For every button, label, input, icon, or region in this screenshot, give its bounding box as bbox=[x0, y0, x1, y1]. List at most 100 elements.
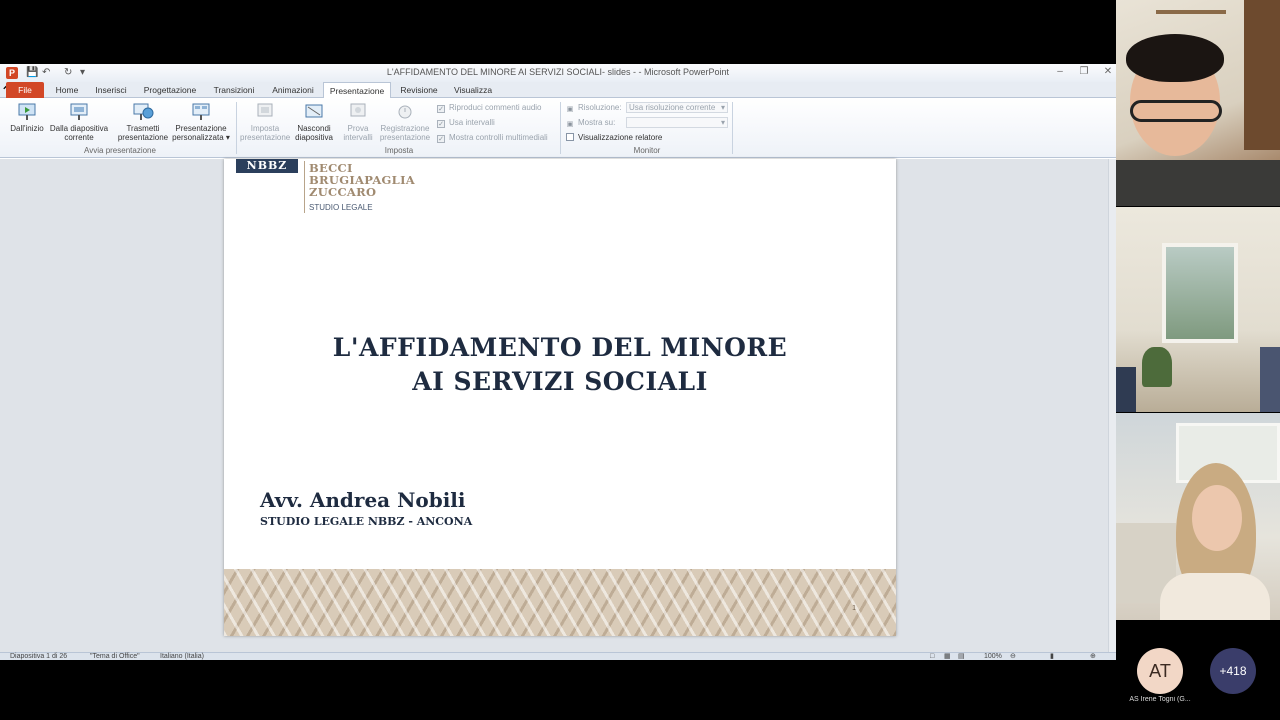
monitor-icon: ▣ bbox=[566, 106, 574, 113]
participant-video-2[interactable] bbox=[1116, 207, 1280, 412]
broadcast-label-2: presentazione bbox=[117, 133, 169, 142]
from-beginning-button[interactable]: Dall'inizio bbox=[6, 102, 48, 133]
show-on-dropdown[interactable]: ▾ bbox=[626, 117, 728, 128]
slide-title-line-1: L'AFFIDAMENTO DEL MINORE bbox=[332, 333, 788, 362]
hide-slide-button[interactable]: Nascondi diapositiva bbox=[292, 102, 336, 142]
normal-view-icon[interactable]: □ bbox=[930, 652, 934, 660]
custom-show-label-2: personalizzata bbox=[172, 133, 224, 142]
presenter-view-label: Visualizzazione relatore bbox=[578, 133, 663, 142]
status-bar: Diapositiva 1 di 26 "Tema di Office" Ita… bbox=[0, 652, 1116, 660]
zoom-in-icon[interactable]: ⊕ bbox=[1090, 652, 1096, 660]
dropdown-arrow-icon: ▾ bbox=[720, 118, 725, 127]
zoom-level[interactable]: 100% bbox=[984, 652, 1002, 660]
office-chair bbox=[1260, 347, 1280, 412]
bookshelf bbox=[1156, 10, 1226, 14]
custom-show-label-1: Presentazione bbox=[175, 124, 227, 133]
group-separator bbox=[560, 102, 561, 154]
plant bbox=[1142, 347, 1172, 387]
decorative-pattern-band bbox=[224, 569, 896, 636]
glasses bbox=[1130, 100, 1222, 122]
projector-slide-icon bbox=[70, 103, 88, 120]
checkbox-box: ✓ bbox=[437, 135, 445, 143]
tab-home[interactable]: Home bbox=[50, 82, 84, 98]
zoom-out-icon[interactable]: ⊖ bbox=[1010, 652, 1016, 660]
dropdown-arrow-icon: ▾ bbox=[720, 103, 725, 112]
tab-animazioni[interactable]: Animazioni bbox=[266, 82, 320, 98]
setup-label-1: Imposta bbox=[250, 124, 280, 133]
close-icon[interactable]: ✕ bbox=[1101, 66, 1115, 77]
participant-hair bbox=[1126, 34, 1224, 82]
participant-video-1[interactable] bbox=[1116, 0, 1280, 206]
dropdown-arrow-icon: ▾ bbox=[223, 133, 230, 142]
slide-firm: STUDIO LEGALE NBBZ - ANCONA bbox=[260, 515, 473, 528]
cabinet bbox=[1244, 0, 1280, 150]
slide-author: Avv. Andrea Nobili bbox=[260, 488, 466, 512]
presenter-view-checkbox[interactable]: Visualizzazione relatore bbox=[566, 133, 662, 143]
show-on-label-row: ▣ Mostra su: bbox=[566, 118, 616, 129]
firm-logo-mark: NBBZ bbox=[236, 159, 298, 173]
tab-revisione[interactable]: Revisione bbox=[396, 82, 442, 98]
language-indicator[interactable]: Italiano (Italia) bbox=[160, 652, 204, 660]
broadcast-icon bbox=[133, 103, 154, 120]
group-label-avvia: Avvia presentazione bbox=[84, 146, 156, 155]
record-clock-icon bbox=[398, 105, 412, 119]
custom-show-button[interactable]: Presentazione personalizzata ▾ bbox=[170, 102, 232, 142]
window-title: L'AFFIDAMENTO DEL MINORE AI SERVIZI SOCI… bbox=[386, 67, 730, 77]
rehearse-label-2: intervalli bbox=[343, 133, 373, 142]
rehearse-icon bbox=[350, 103, 366, 117]
participant-shirt bbox=[1160, 573, 1270, 620]
resolution-label-row: ▣ Risoluzione: bbox=[566, 103, 622, 114]
minimize-icon[interactable]: – bbox=[1053, 66, 1067, 77]
sorter-view-icon[interactable]: ▦ bbox=[944, 652, 951, 660]
slide-editing-area: NBBZ BECCI BRUGIAPAGLIA ZUCCARO STUDIO L… bbox=[0, 159, 1116, 652]
from-beginning-label: Dall'inizio bbox=[10, 124, 44, 133]
reading-view-icon[interactable]: ▤ bbox=[958, 652, 965, 660]
participant-video-3[interactable] bbox=[1116, 413, 1280, 620]
show-media-controls-checkbox[interactable]: ✓ Mostra controlli multimediali bbox=[437, 133, 548, 143]
tab-file[interactable]: File bbox=[6, 82, 44, 98]
resolution-dropdown[interactable]: Usa risoluzione corrente ▾ bbox=[626, 102, 728, 113]
participant-jacket bbox=[1116, 160, 1280, 206]
custom-show-icon bbox=[192, 103, 210, 120]
tab-transizioni[interactable]: Transizioni bbox=[208, 82, 260, 98]
vertical-scrollbar[interactable] bbox=[1108, 159, 1116, 652]
chair bbox=[1116, 367, 1136, 412]
checkbox-box: ✓ bbox=[437, 105, 445, 113]
checkbox-box: ✓ bbox=[437, 120, 445, 128]
use-timings-label: Usa intervalli bbox=[449, 118, 495, 127]
group-separator bbox=[732, 102, 733, 154]
play-narrations-checkbox[interactable]: ✓ Riproduci commenti audio bbox=[437, 103, 542, 113]
record-label-1: Registrazione bbox=[380, 124, 430, 133]
hide-slide-label-1: Nascondi bbox=[297, 124, 331, 133]
resolution-value: Usa risoluzione corrente bbox=[629, 103, 716, 112]
restore-icon[interactable]: ❐ bbox=[1077, 66, 1091, 77]
broadcast-button[interactable]: Trasmetti presentazione bbox=[114, 102, 172, 142]
play-narrations-label: Riproduci commenti audio bbox=[449, 103, 542, 112]
more-participants-button[interactable]: +418 bbox=[1210, 648, 1256, 694]
tab-inserisci[interactable]: Inserisci bbox=[90, 82, 132, 98]
ribbon-tabs: File Home Inserisci Progettazione Transi… bbox=[0, 82, 1116, 101]
tab-visualizza[interactable]: Visualizza bbox=[448, 82, 498, 98]
zoom-slider-thumb[interactable]: ▮ bbox=[1050, 652, 1054, 660]
current-slide[interactable]: NBBZ BECCI BRUGIAPAGLIA ZUCCARO STUDIO L… bbox=[224, 159, 896, 636]
rehearse-timings-button[interactable]: Prova intervalli bbox=[340, 102, 376, 142]
hide-slide-icon bbox=[305, 104, 323, 118]
logo-name-3: ZUCCARO bbox=[309, 185, 377, 199]
participant-face bbox=[1192, 485, 1242, 551]
resolution-label: Risoluzione: bbox=[578, 103, 622, 112]
use-timings-checkbox[interactable]: ✓ Usa intervalli bbox=[437, 118, 495, 128]
record-slideshow-button[interactable]: Registrazione presentazione bbox=[376, 102, 434, 142]
screen: P 💾 ↶ ↻ ▾ L'AFFIDAMENTO DEL MINORE AI SE… bbox=[0, 0, 1280, 720]
logo-subtitle: STUDIO LEGALE bbox=[309, 203, 373, 212]
show-media-controls-label: Mostra controlli multimediali bbox=[449, 133, 548, 142]
setup-slideshow-button[interactable]: Imposta presentazione bbox=[240, 102, 290, 142]
from-current-label-2: corrente bbox=[64, 133, 94, 142]
group-label-imposta: Imposta bbox=[384, 146, 414, 155]
rehearse-label-1: Prova bbox=[347, 124, 369, 133]
projector-play-icon bbox=[18, 103, 36, 120]
tab-presentazione[interactable]: Presentazione bbox=[323, 82, 391, 99]
slide-page-number: 1 bbox=[852, 605, 856, 612]
participant-avatar[interactable]: AT bbox=[1137, 648, 1183, 694]
tab-progettazione[interactable]: Progettazione bbox=[140, 82, 200, 98]
from-current-slide-button[interactable]: Dalla diapositiva corrente bbox=[48, 102, 110, 142]
